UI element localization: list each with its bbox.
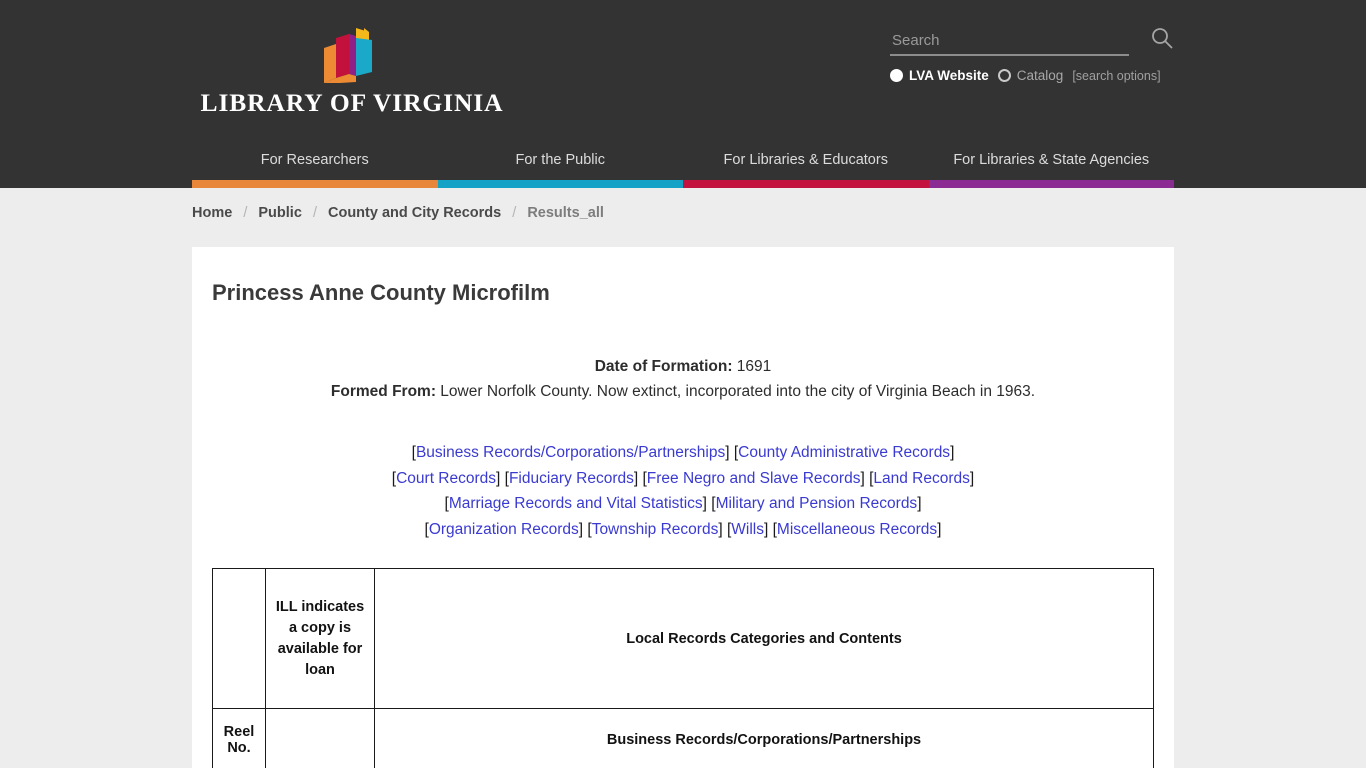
header-inner: LIBRARY OF VIRGINIA LVA Website xyxy=(192,0,1174,188)
search-options-link[interactable]: [search options] xyxy=(1072,69,1160,83)
nav-item-for-researchers[interactable]: For Researchers xyxy=(192,152,438,180)
category-link-list: [Business Records/Corporations/Partnersh… xyxy=(212,440,1154,542)
category-link-county-administrative-records[interactable]: County Administrative Records xyxy=(738,444,950,461)
search-submit-button[interactable] xyxy=(1148,26,1176,54)
table-header-row: ILL indicates a copy is available for lo… xyxy=(212,568,1154,709)
radio-filled-icon xyxy=(890,69,903,82)
breadcrumb-item-public[interactable]: Public xyxy=(258,205,302,221)
category-link-free-negro-and-slave-records[interactable]: Free Negro and Slave Records xyxy=(647,470,861,487)
search-scope-catalog[interactable]: Catalog xyxy=(997,68,1064,83)
breadcrumb-item-results-all: Results_all xyxy=(527,205,604,221)
content-panel: Princess Anne County Microfilm Date of F… xyxy=(192,247,1174,768)
nav-item-for-libraries-and-educators[interactable]: For Libraries & Educators xyxy=(683,152,929,180)
county-meta-block: Date of Formation: 1691 Formed From: Low… xyxy=(212,354,1154,404)
nav-accent-orange xyxy=(192,180,438,188)
category-link-wills[interactable]: Wills xyxy=(731,521,764,538)
formed-from-label: Formed From: xyxy=(330,383,436,400)
category-link-business-records[interactable]: Business Records/Corporations/Partnershi… xyxy=(416,444,725,461)
nav-item-for-libraries-and-state-agencies[interactable]: For Libraries & State Agencies xyxy=(929,152,1175,180)
category-link-township-records[interactable]: Township Records xyxy=(592,521,719,538)
category-link-fiduciary-records[interactable]: Fiduciary Records xyxy=(509,470,634,487)
nav-accent-cyan xyxy=(437,180,683,188)
breadcrumb-separator: / xyxy=(243,205,248,221)
table-header-cell-ill: ILL indicates a copy is available for lo… xyxy=(265,568,375,709)
search-cluster: LVA Website Catalog [search options] xyxy=(890,22,1174,83)
site-header: LIBRARY OF VIRGINIA LVA Website xyxy=(0,0,1366,188)
category-link-row: [Business Records/Corporations/Partnersh… xyxy=(411,444,955,461)
search-scope-catalog-label: Catalog xyxy=(1016,68,1064,83)
category-link-row: [Marriage Records and Vital Statistics] … xyxy=(444,495,922,512)
search-input[interactable] xyxy=(890,32,1129,56)
search-scope-row: LVA Website Catalog [search options] xyxy=(890,68,1174,83)
radio-empty-icon xyxy=(997,69,1011,82)
date-of-formation-line: Date of Formation: 1691 xyxy=(212,354,1154,379)
open-book-logo-icon xyxy=(320,26,384,84)
nav-accent-purple xyxy=(928,180,1174,188)
breadcrumb: Home / Public / County and City Records … xyxy=(192,188,1174,221)
formed-from-value: Lower Norfolk County. Now extinct, incor… xyxy=(440,383,1036,400)
nav-accent-crimson xyxy=(683,180,929,188)
breadcrumb-item-home[interactable]: Home xyxy=(192,205,232,221)
category-link-miscellaneous-records[interactable]: Miscellaneous Records xyxy=(777,521,937,538)
category-link-marriage-records-and-vital-statistics[interactable]: Marriage Records and Vital Statistics xyxy=(449,495,703,512)
category-link-row: [Court Records] [Fiduciary Records] [Fre… xyxy=(391,469,975,487)
category-link-court-records[interactable]: Court Records xyxy=(396,470,496,487)
search-icon xyxy=(1152,28,1173,49)
search-row xyxy=(890,22,1174,56)
search-scope-lva-website[interactable]: LVA Website xyxy=(890,68,989,83)
breadcrumb-item-county-and-city-records[interactable]: County and City Records xyxy=(328,205,501,221)
nav-item-for-the-public[interactable]: For the Public xyxy=(438,152,684,180)
search-scope-lva-website-label: LVA Website xyxy=(909,68,989,83)
table-cell-category-heading: Business Records/Corporations/Partnershi… xyxy=(374,708,1154,768)
date-of-formation-value: 1691 xyxy=(736,358,772,375)
formed-from-line: Formed From: Lower Norfolk County. Now e… xyxy=(212,379,1154,404)
table-cell-reel-no: Reel No. xyxy=(212,708,266,768)
records-table: ILL indicates a copy is available for lo… xyxy=(212,568,1154,768)
table-row: Reel No. Business Records/Corporations/P… xyxy=(212,708,1154,768)
main-nav: For Researchers For the Public For Libra… xyxy=(192,152,1174,180)
page-title: Princess Anne County Microfilm xyxy=(212,280,550,305)
nav-accent-bar xyxy=(192,180,1174,188)
category-link-land-records[interactable]: Land Records xyxy=(873,470,970,487)
breadcrumb-separator: / xyxy=(312,205,317,221)
brand-wordmark: LIBRARY OF VIRGINIA xyxy=(200,88,504,117)
date-of-formation-label: Date of Formation: xyxy=(594,358,733,375)
category-link-military-and-pension-records[interactable]: Military and Pension Records xyxy=(716,495,918,512)
table-cell-ill xyxy=(265,708,375,768)
brand-block[interactable]: LIBRARY OF VIRGINIA xyxy=(192,26,512,116)
category-link-organization-records[interactable]: Organization Records xyxy=(429,521,579,538)
category-link-row: [Organization Records] [Township Records… xyxy=(424,520,942,538)
table-header-cell-blank xyxy=(212,568,266,709)
table-header-cell-categories: Local Records Categories and Contents xyxy=(374,568,1154,709)
breadcrumb-separator: / xyxy=(512,205,517,221)
